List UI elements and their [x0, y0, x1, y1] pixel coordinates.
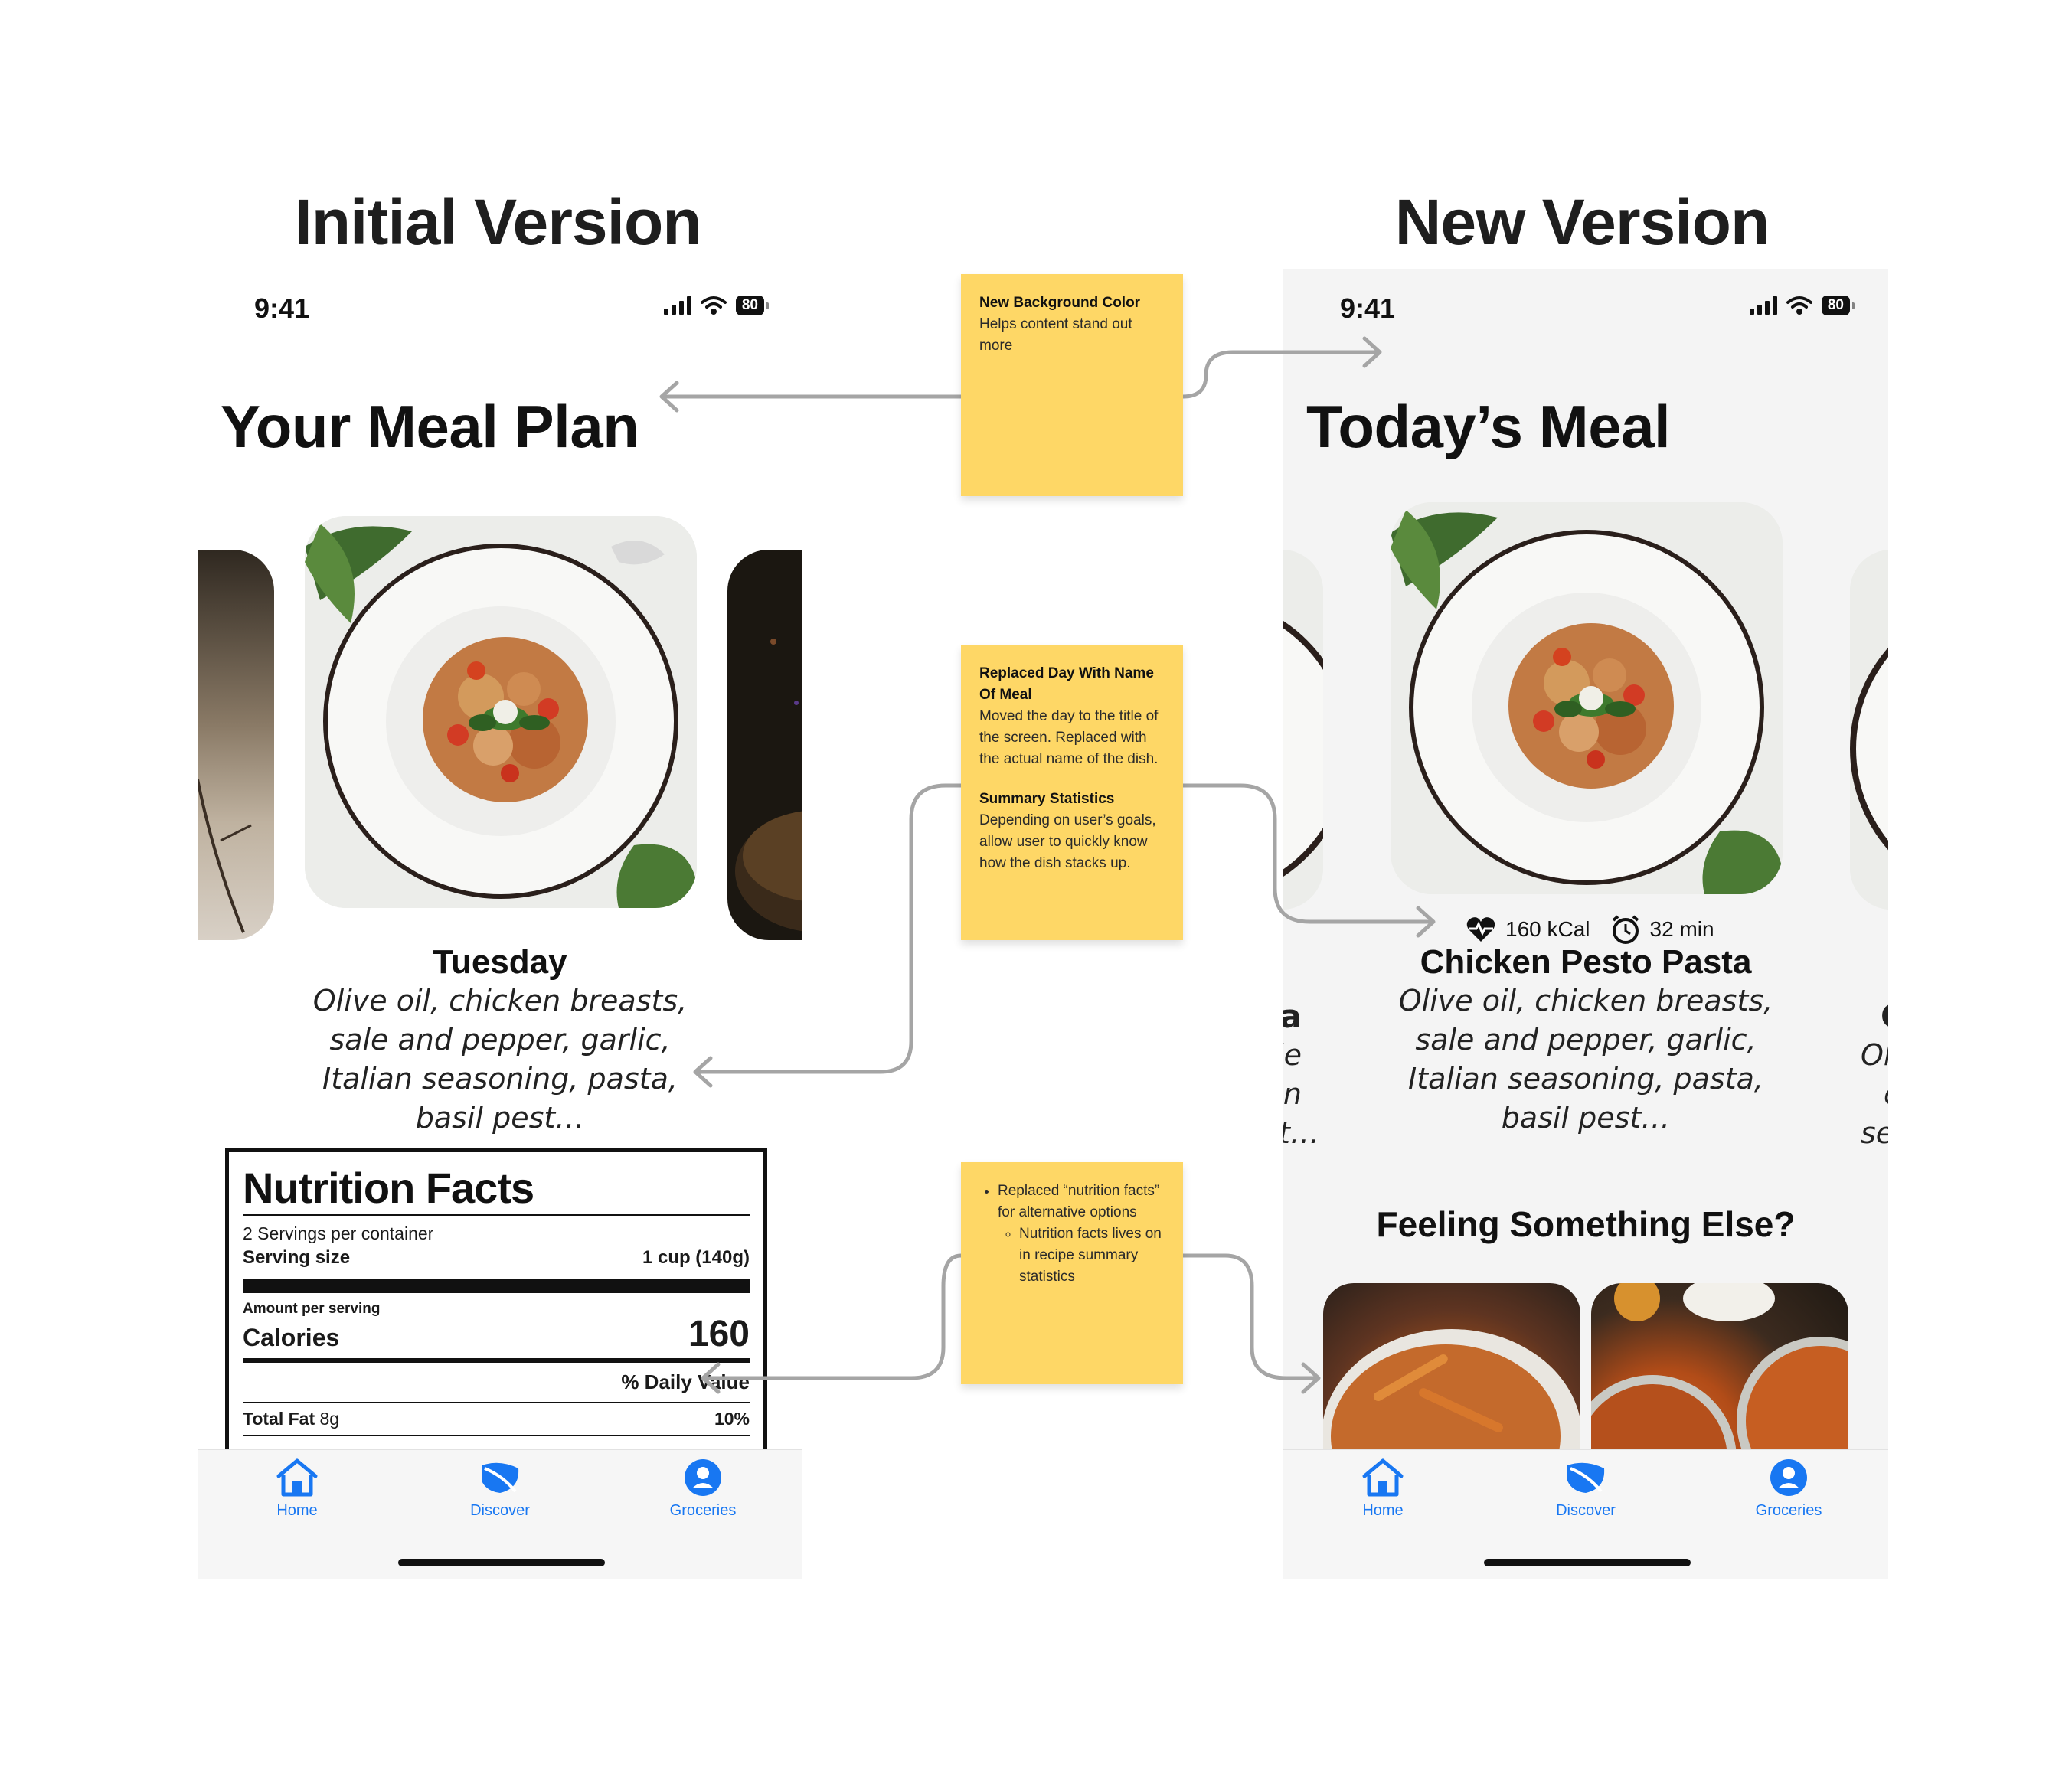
- initial-phone-screen: 9:41 80 Your Meal Plan Tuesday Olive oil…: [198, 269, 802, 1579]
- status-icons: 80: [1749, 296, 1855, 315]
- tab-discover[interactable]: Discover: [423, 1458, 577, 1520]
- serving-size-label: Serving size: [243, 1247, 351, 1268]
- total-fat-percent: 10%: [714, 1409, 750, 1429]
- home-indicator: [1484, 1559, 1691, 1566]
- wifi-icon: [700, 296, 727, 315]
- person-circle-icon: [685, 1459, 721, 1496]
- meal-stats: 160 kCal 32 min: [1466, 914, 1714, 945]
- meal-ingredients: Olive oil, chicken breasts, sale and pep…: [1398, 984, 1773, 1135]
- note-title: Summary Statistics: [979, 791, 1115, 807]
- signal-icon: [663, 296, 691, 315]
- signal-icon: [1749, 296, 1777, 315]
- servings-text: 2 Servings per container: [243, 1223, 434, 1243]
- meal-name-title: Chicken Pesto Pasta: [1420, 943, 1752, 981]
- total-fat-amount: 8g: [319, 1409, 340, 1429]
- pasta-plate-image: [1850, 550, 1888, 910]
- carousel-card-next[interactable]: [1850, 550, 1888, 910]
- section-title: Feeling Something Else?: [1376, 1204, 1796, 1244]
- time-stat: 32 min: [1649, 917, 1714, 941]
- branch-image: [198, 779, 252, 933]
- carousel-card-prev[interactable]: [1283, 550, 1323, 910]
- carousel-card-current[interactable]: [1391, 502, 1783, 894]
- heart-rate-icon: [1466, 917, 1495, 942]
- tab-discover-label: Discover: [470, 1502, 530, 1519]
- battery-indicator: 80: [735, 296, 770, 315]
- person-circle-icon: [1770, 1459, 1807, 1496]
- tab-groceries[interactable]: Groceries: [1712, 1458, 1865, 1520]
- carousel-card-prev[interactable]: [198, 550, 274, 940]
- new-phone-screen: 9:41 80 Today’s Meal 160 kCal 32 min Chi…: [1283, 269, 1888, 1579]
- home-indicator: [398, 1559, 605, 1566]
- note-body: Helps content stand out more: [979, 316, 1132, 354]
- house-icon: [1362, 1458, 1404, 1497]
- note-title: New Background Color: [979, 295, 1141, 311]
- battery-indicator: 80: [1821, 296, 1855, 315]
- calories-value: 160: [688, 1314, 750, 1354]
- tab-home[interactable]: Home: [221, 1458, 374, 1520]
- calories-stat: 160 kCal: [1505, 917, 1590, 941]
- note-body: Depending on user’s goals, allow user to…: [979, 812, 1156, 871]
- tab-bar: Home Discover Groceries: [198, 1449, 802, 1579]
- meal-day-title: Tuesday: [433, 943, 567, 981]
- note-title: Replaced Day With Name Of Meal: [979, 665, 1154, 703]
- new-version-heading: New Version: [1394, 186, 1770, 258]
- serving-size-value: 1 cup (140g): [642, 1247, 750, 1268]
- leaf-icon: [482, 1462, 519, 1493]
- sticky-note-background: New Background Color Helps content stand…: [961, 274, 1183, 496]
- tab-groceries-label: Groceries: [1755, 1502, 1822, 1519]
- tab-home-label: Home: [276, 1502, 318, 1519]
- leaf-icon: [1567, 1462, 1605, 1493]
- prev-card-text-peek: a ale n t…: [1283, 998, 1319, 1150]
- nutrition-title: Nutrition Facts: [243, 1164, 534, 1212]
- tab-groceries-label: Groceries: [669, 1502, 737, 1519]
- tab-bar: Home Discover Groceries: [1283, 1449, 1888, 1579]
- note-bullet: Replaced “nutrition facts” for alternati…: [998, 1181, 1165, 1288]
- sticky-note-nutrition: Replaced “nutrition facts” for alternati…: [961, 1162, 1183, 1384]
- carousel-card-next[interactable]: [727, 550, 802, 940]
- tab-groceries[interactable]: Groceries: [626, 1458, 779, 1520]
- tab-discover[interactable]: Discover: [1509, 1458, 1662, 1520]
- status-time: 9:41: [254, 292, 310, 324]
- note-sub-bullet: Nutrition facts lives on in recipe summa…: [1019, 1223, 1165, 1288]
- pasta-plate-image: [1391, 502, 1783, 894]
- tab-discover-label: Discover: [1556, 1502, 1616, 1519]
- page-title: Your Meal Plan: [221, 393, 639, 460]
- page-title: Today’s Meal: [1306, 393, 1671, 460]
- house-icon: [276, 1458, 318, 1497]
- note-body: Moved the day to the title of the screen…: [979, 708, 1159, 767]
- meal-ingredients: Olive oil, chicken breasts, sale and pep…: [312, 984, 688, 1135]
- calories-label: Calories: [243, 1324, 340, 1351]
- next-card-text-peek: C Oli c sea: [1861, 998, 1888, 1150]
- pasta-plate-image: [1283, 550, 1323, 910]
- status-time: 9:41: [1340, 292, 1396, 324]
- wifi-icon: [1786, 296, 1812, 315]
- initial-version-heading: Initial Version: [294, 186, 701, 258]
- alarm-clock-icon: [1612, 915, 1639, 944]
- pasta-plate-image: [305, 516, 697, 908]
- daily-value-header: % Daily Value: [621, 1370, 750, 1393]
- total-fat-label: Total Fat: [243, 1409, 315, 1429]
- status-icons: 80: [663, 296, 770, 315]
- bowl-image: [735, 639, 802, 932]
- tab-home-label: Home: [1362, 1502, 1404, 1519]
- tab-home[interactable]: Home: [1306, 1458, 1459, 1520]
- sticky-note-meal-name: Replaced Day With Name Of Meal Moved the…: [961, 645, 1183, 940]
- carousel-card-current[interactable]: [305, 516, 697, 908]
